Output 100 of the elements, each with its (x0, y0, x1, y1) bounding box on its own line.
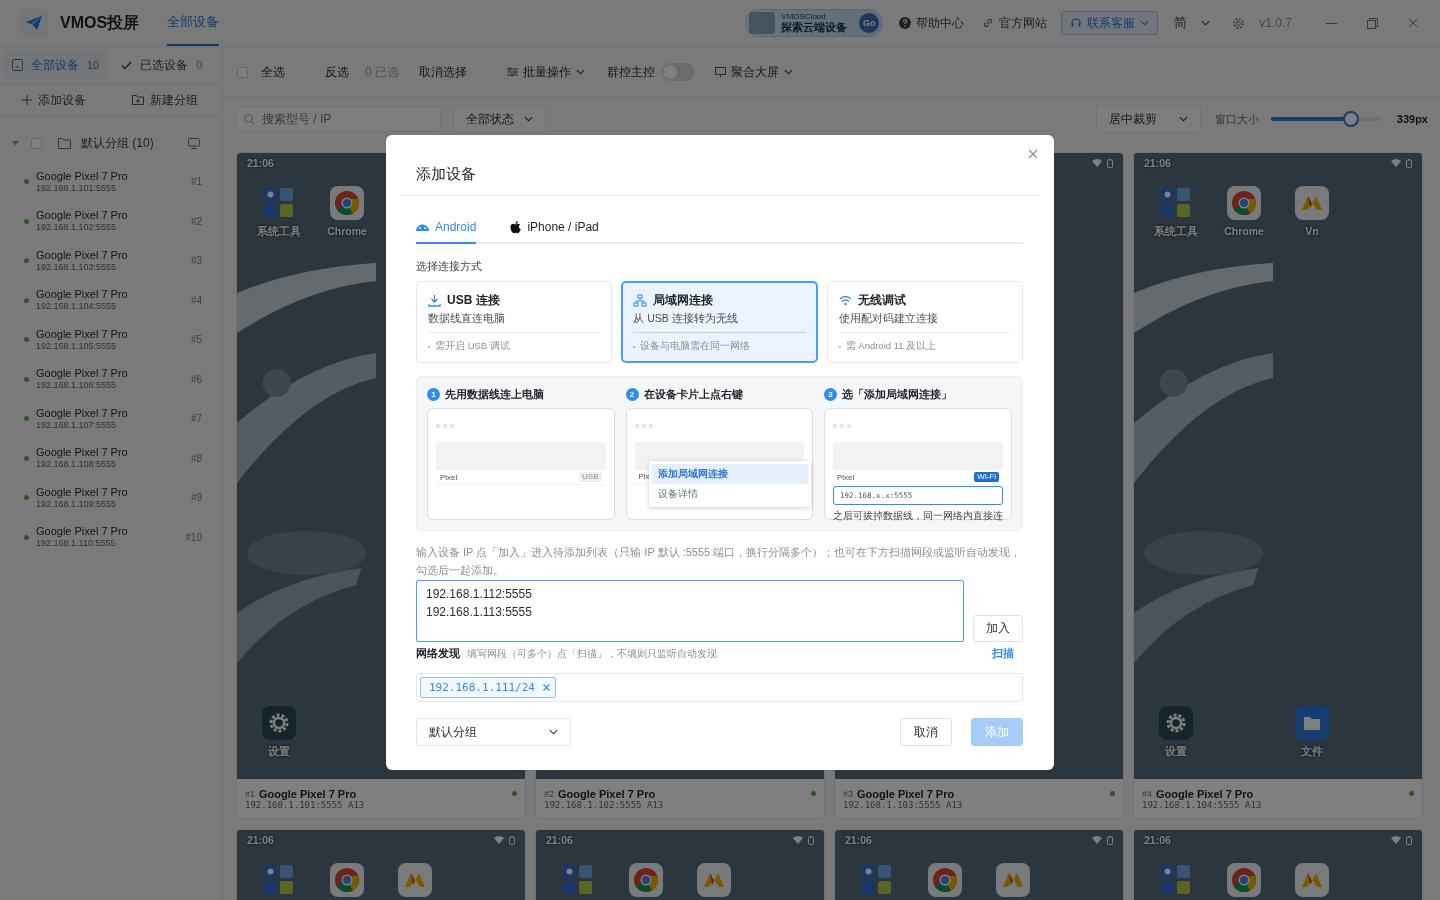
device-card[interactable]: 21:06 (236, 829, 526, 900)
top-link[interactable]: 官方网站 (980, 10, 1050, 36)
subnet-field[interactable]: 192.168.1.111/24 (416, 673, 1023, 702)
device-item[interactable]: Google Pixel 7 Pro 192.168.1.103:5555 #3 (0, 241, 222, 281)
slider-thumb[interactable] (1343, 111, 1360, 127)
settings-icon[interactable] (262, 706, 296, 740)
device-card[interactable]: 21:06 (535, 829, 825, 900)
caret-icon (784, 69, 793, 75)
method-option[interactable]: 无线调试 使用配对码建立连接 需 Android 11 及以上 (826, 281, 1023, 363)
browser-icon[interactable] (330, 863, 364, 897)
device-index: #6 (190, 373, 202, 385)
join-button[interactable]: 加入 (973, 615, 1023, 642)
device-card[interactable]: 21:06 (1133, 829, 1423, 900)
group-dropdown[interactable]: 默认分组 (416, 718, 571, 746)
select-all-checkbox[interactable] (237, 66, 248, 78)
monitor-icon[interactable] (188, 138, 200, 149)
status-dropdown[interactable]: 全部状态 (453, 105, 546, 133)
app-grid-icon[interactable] (860, 863, 894, 897)
device-index: #3 (190, 255, 202, 267)
ip-input[interactable]: 192.168.1.112:5555 192.168.1.113:5555 (416, 580, 964, 642)
cancel-button[interactable]: 取消 (900, 718, 952, 746)
device-ip: 192.168.1.102:5555 (36, 222, 118, 234)
app-grid-icon[interactable] (262, 186, 296, 220)
device-item[interactable]: Google Pixel 7 Pro 192.168.1.106:5555 #6 (0, 359, 222, 399)
batch-menu[interactable]: 批量操作 (505, 61, 587, 83)
device-item[interactable]: Google Pixel 7 Pro 192.168.1.104:5555 #4 (0, 280, 222, 320)
master-label: 群控主控 (607, 63, 655, 81)
card-subtitle: 192.168.1.101:5555 A13 (245, 799, 366, 810)
expand-icon[interactable] (12, 141, 19, 146)
section-label: 选择连接方式 (416, 259, 483, 274)
battery-icon (1406, 835, 1412, 845)
close-icon[interactable] (1026, 147, 1040, 161)
wall-menu[interactable]: 聚合大屏 (713, 61, 795, 83)
app-grid-icon[interactable] (262, 863, 296, 897)
search-icon (244, 114, 255, 125)
support-button[interactable]: 联系客服 (1061, 11, 1159, 35)
step-title: 选「添加局域网连接」 (842, 387, 952, 402)
card-title: Google Pixel 7 Pro (259, 787, 358, 800)
app-icon[interactable] (398, 863, 432, 897)
invert-button[interactable]: 反选 (323, 61, 351, 83)
wifi-icon (1092, 159, 1102, 167)
device-item[interactable]: Google Pixel 7 Pro 192.168.1.110:5555 #10 (0, 517, 222, 557)
device-item[interactable]: Google Pixel 7 Pro 192.168.1.108:5555 #8 (0, 438, 222, 478)
device-ip: 192.168.1.103:5555 (36, 261, 118, 273)
caret-icon (549, 729, 558, 735)
folder-add-icon (132, 95, 144, 105)
browser-icon[interactable] (330, 186, 364, 220)
device-name: Google Pixel 7 Pro (36, 525, 129, 539)
app-icon[interactable] (996, 863, 1030, 897)
device-item[interactable]: Google Pixel 7 Pro 192.168.1.101:5555 #1 (0, 162, 222, 202)
folder-icon[interactable] (1295, 706, 1329, 740)
device-card[interactable]: 21:06 系统工具 Chrome Vn 设置 文件 #4 Google Pixel 7 Pro 192.168.1.104:5555 A13 (1133, 152, 1423, 819)
device-item[interactable]: Google Pixel 7 Pro 192.168.1.105:5555 #5 (0, 320, 222, 360)
go-button[interactable]: Go (859, 13, 880, 33)
status-time: 21:06 (1144, 834, 1171, 846)
card-subtitle: 192.168.1.104:5555 A13 (1142, 799, 1263, 810)
mock-tag: USB (579, 472, 602, 482)
browser-icon[interactable] (1227, 186, 1261, 220)
group-checkbox[interactable] (31, 138, 42, 149)
size-slider[interactable] (1270, 111, 1381, 127)
mock-note: 之后可拔掉数据线，同一网络内直接连 (833, 510, 1003, 523)
device-card[interactable]: 21:06 (834, 829, 1124, 900)
app-label: 设置 (1165, 745, 1187, 759)
method-option[interactable]: USB 连接 数据线直连电脑 需开启 USB 调试 (416, 281, 613, 363)
language-select[interactable]: 简 (1172, 12, 1213, 34)
settings-icon[interactable] (1159, 706, 1193, 740)
wifi-icon (793, 836, 803, 844)
app-grid-icon[interactable] (561, 863, 595, 897)
battery-icon (1406, 158, 1412, 168)
scan-link[interactable]: 扫描 (992, 646, 1023, 661)
add-device-button[interactable]: 添加设备 (22, 91, 86, 109)
sidebar-tab[interactable]: 全部设备 10 (4, 50, 108, 80)
remove-icon[interactable] (542, 684, 550, 691)
promo-banner[interactable]: VMOSCloud 探索云端设备 Go (745, 9, 884, 37)
window-dots-icon (833, 424, 851, 428)
wifi-icon (1391, 159, 1401, 167)
card-subtitle: 192.168.1.103:5555 A13 (843, 799, 964, 810)
battery-icon (1107, 835, 1113, 845)
clear-selection-button[interactable]: 取消选择 (417, 61, 469, 83)
app-grid-icon[interactable] (1159, 186, 1193, 220)
device-item[interactable]: Google Pixel 7 Pro 192.168.1.102:5555 #2 (0, 201, 222, 241)
status-time: 21:06 (546, 834, 573, 846)
app-icon[interactable] (1295, 186, 1329, 220)
device-ip: 192.168.1.106:5555 (36, 380, 118, 392)
select-all-label[interactable]: 全选 (261, 63, 285, 81)
app-grid-icon[interactable] (1159, 863, 1193, 897)
app-icon[interactable] (697, 863, 731, 897)
app-icon[interactable] (1295, 863, 1329, 897)
search-field[interactable]: 搜索型号 / IP (235, 106, 441, 132)
browser-icon[interactable] (1227, 863, 1261, 897)
size-label: 窗口大小 (1214, 111, 1259, 127)
device-ip: 192.168.1.104:5555 (36, 301, 118, 313)
new-group-button[interactable]: 新建分组 (132, 91, 198, 109)
browser-icon[interactable] (629, 863, 663, 897)
platform-tab[interactable]: Android (416, 214, 477, 244)
browser-icon[interactable] (928, 863, 962, 897)
top-link[interactable]: 帮助中心 (897, 10, 967, 36)
crop-dropdown[interactable]: 居中裁剪 (1095, 105, 1201, 133)
network-icon (633, 294, 648, 307)
app-label: 文件 (1301, 745, 1323, 759)
